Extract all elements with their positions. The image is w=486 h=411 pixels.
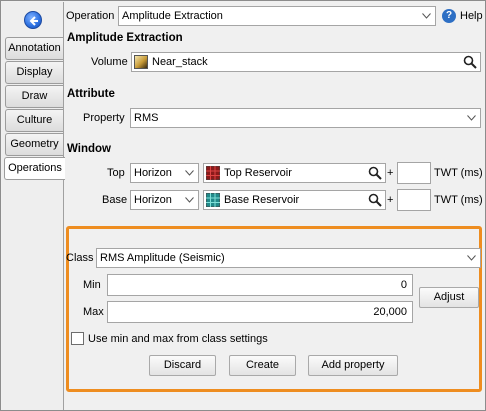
operations-panel: Operation Amplitude Extraction ? Help Am… (64, 2, 485, 410)
magnify-icon[interactable] (368, 193, 382, 207)
use-class-minmax-label: Use min and max from class settings (88, 333, 268, 345)
top-plus-sign: + (387, 167, 394, 179)
top-horizon-value: Top Reservoir (224, 167, 292, 179)
property-label: Property (83, 112, 125, 124)
chevron-down-icon (185, 170, 194, 176)
operation-select[interactable]: Amplitude Extraction (118, 6, 436, 26)
attribute-heading: Attribute (67, 88, 115, 100)
discard-button[interactable]: Discard (149, 355, 216, 376)
base-type-value: Horizon (134, 194, 172, 206)
operation-label: Operation (66, 10, 115, 22)
top-unit-label: TWT (ms) (434, 167, 483, 179)
top-type-value: Horizon (134, 167, 172, 179)
property-select[interactable]: RMS (130, 108, 481, 128)
tab-operations[interactable]: Operations (4, 157, 65, 180)
create-button[interactable]: Create (229, 355, 296, 376)
volume-label: Volume (91, 56, 128, 68)
tab-geometry[interactable]: Geometry (5, 133, 63, 156)
base-label: Base (102, 194, 128, 206)
base-type-select[interactable]: Horizon (130, 190, 199, 210)
tab-display[interactable]: Display (5, 61, 63, 84)
top-offset-input[interactable] (397, 162, 431, 184)
help-icon[interactable]: ? (442, 9, 456, 23)
chevron-down-icon (422, 13, 431, 19)
base-plus-sign: + (387, 194, 394, 206)
volume-value: Near_stack (152, 56, 208, 68)
base-offset-input[interactable] (397, 189, 431, 211)
operation-select-value: Amplitude Extraction (122, 10, 223, 22)
base-horizon-value: Base Reservoir (224, 194, 300, 206)
horizon-icon (206, 193, 220, 207)
base-unit-label: TWT (ms) (434, 194, 483, 206)
tab-culture[interactable]: Culture (5, 109, 63, 132)
top-label: Top (107, 167, 125, 179)
tab-annotation[interactable]: Annotation (5, 37, 63, 60)
magnify-icon[interactable] (463, 55, 477, 69)
class-label: Class (66, 252, 94, 264)
chevron-down-icon (467, 115, 476, 121)
base-horizon-field[interactable]: Base Reservoir (203, 190, 386, 210)
back-arrow-icon[interactable] (24, 11, 42, 29)
amplitude-extraction-heading: Amplitude Extraction (67, 32, 183, 44)
property-select-value: RMS (134, 112, 159, 124)
tab-draw[interactable]: Draw (5, 85, 63, 108)
top-horizon-field[interactable]: Top Reservoir (203, 163, 386, 183)
class-select[interactable]: RMS Amplitude (Seismic) (96, 248, 481, 268)
max-input[interactable]: 20,000 (107, 301, 413, 323)
horizon-icon (206, 166, 220, 180)
adjust-button[interactable]: Adjust (419, 287, 479, 308)
max-label: Max (83, 306, 104, 318)
volume-icon (134, 55, 148, 69)
top-type-select[interactable]: Horizon (130, 163, 199, 183)
operations-window: Annotation Display Draw Culture Geometry… (0, 0, 486, 411)
chevron-down-icon (185, 197, 194, 203)
min-input[interactable]: 0 (107, 274, 413, 296)
class-select-value: RMS Amplitude (Seismic) (100, 252, 225, 264)
min-label: Min (83, 279, 101, 291)
help-link[interactable]: Help (460, 9, 483, 23)
window-heading: Window (67, 143, 111, 155)
magnify-icon[interactable] (368, 166, 382, 180)
chevron-down-icon (467, 255, 476, 261)
add-property-button[interactable]: Add property (308, 355, 398, 376)
side-tab-strip: Annotation Display Draw Culture Geometry… (2, 2, 65, 410)
use-class-minmax-checkbox[interactable] (71, 332, 84, 345)
volume-field[interactable]: Near_stack (131, 52, 481, 72)
